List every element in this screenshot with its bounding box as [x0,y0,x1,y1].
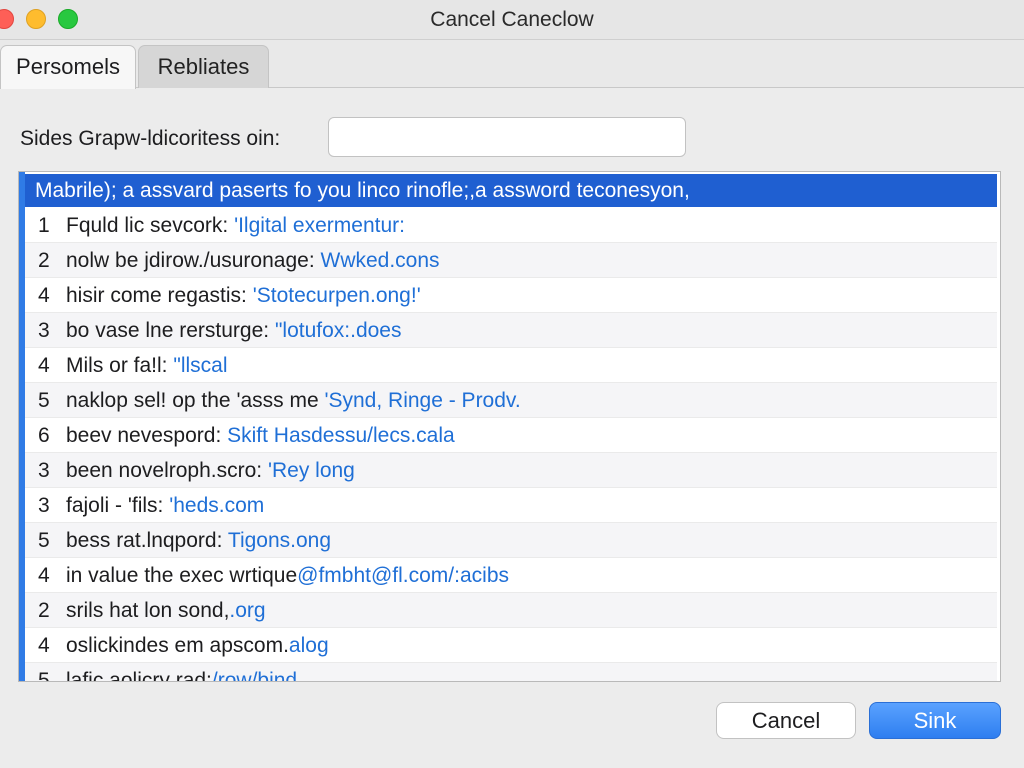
row-label: nolw be jdirow./usuronage: [66,249,321,272]
row-label: fajoli - 'fils: [66,494,170,517]
window-title: Cancel Caneclow [430,8,594,31]
row-value: 'Synd, Ringe - Prodv. [324,389,521,412]
row-label: beev nevespord: [66,424,228,447]
row-number: 3 [38,459,50,482]
row-number: 5 [38,389,50,412]
list-item[interactable]: 4 hisir come regastis: 'Stotecurpen.ong!' [25,278,997,313]
cancel-button[interactable]: Cancel [716,702,856,739]
row-number: 3 [38,319,50,342]
row-number: 3 [38,494,50,517]
list-item[interactable]: 4 oslickindes em apscom.alog [25,628,997,663]
row-label: been novelroph.scro: [66,459,268,482]
list-item[interactable]: 2 nolw be jdirow./usuronage: Wwked.cons [25,243,997,278]
row-number: 4 [38,284,50,307]
row-value: @fmbht@fl.com/:acibs [297,564,509,587]
list-item[interactable]: 3 fajoli - 'fils: 'heds.com [25,488,997,523]
list-item[interactable]: 3 been novelroph.scro: 'Rey long [25,453,997,488]
row-value: 'heds.com [169,494,265,517]
list-item[interactable]: 4 Mils or fa!l: "llscal [25,348,997,383]
list-item[interactable]: 6 beev nevespord: Skift Hasdessu/lecs.cal… [25,418,997,453]
list-item[interactable]: 5 bess rat.lnqpord: Tigons.ong [25,523,997,558]
title-bar: Cancel Caneclow [0,0,1024,40]
row-value: Skift Hasdessu/lecs.cala [227,424,455,447]
password-list[interactable]: Mabrile); a assvard paserts fo you linco… [18,171,1001,682]
row-number: 4 [38,564,50,587]
row-value: 'Rey long [267,459,355,482]
row-number: 2 [38,599,50,622]
row-label: bess rat.lnqpord: [66,529,228,552]
row-value: 'Ilgital exermentur: [234,214,405,237]
search-input[interactable] [328,117,686,157]
row-value: Wwked.cons [320,249,440,272]
row-value: .org [229,599,266,622]
row-number: 2 [38,249,50,272]
row-number: 1 [38,214,50,237]
row-number: 4 [38,354,50,377]
row-value: 'Stotecurpen.ong!' [252,284,421,307]
list-selected-header[interactable]: Mabrile); a assvard paserts fo you linco… [25,174,997,207]
row-number: 6 [38,424,50,447]
row-number: 4 [38,634,50,657]
dialog-window: Cancel Caneclow Persomels Rebliates Side… [0,0,1024,768]
list-item[interactable]: 4 in value the exec wrtique@fmbht@fl.com/… [25,558,997,593]
row-label: oslickindes em apscom. [66,634,289,657]
list-item[interactable]: 3 bo vase lne rersturge: "lotufox:.does [25,313,997,348]
list-item[interactable]: 2 srils hat lon sond,.org [25,593,997,628]
list-item[interactable]: 1 Fquld lic sevcork: 'Ilgital exermentur: [25,208,997,243]
list-item[interactable]: 5 naklop sel! op the 'asss me 'Synd, Ring… [25,383,997,418]
row-label: naklop sel! op the 'asss me [66,389,325,412]
row-value: "lotufox:.does [274,319,402,342]
row-label: Fquld lic sevcork: [66,214,235,237]
search-label: Sides Grapw-ldicoritess oin: [20,127,281,150]
row-label: lafic aolicry rad: [66,669,212,682]
row-label: Mils or fa!l: [66,354,174,377]
row-value: /row/bind [211,669,298,682]
tab-bar: Persomels Rebliates [0,40,1024,89]
row-label: hisir come regastis: [66,284,253,307]
row-label: bo vase lne rersturge: [66,319,275,342]
row-label: srils hat lon sond, [66,599,230,622]
list-item[interactable]: 5 lafic aolicry rad:/row/bind [25,663,997,682]
row-number: 5 [38,529,50,552]
row-value: Tigons.ong [227,529,332,552]
row-value: alog [288,634,329,657]
tab-rebliates[interactable]: Rebliates [138,45,269,88]
row-value: "llscal [173,354,228,377]
sink-button[interactable]: Sink [869,702,1001,739]
list-rows: 1 Fquld lic sevcork: 'Ilgital exermentur:… [25,208,997,682]
row-number: 5 [38,669,50,682]
row-label: in value the exec wrtique [66,564,298,587]
tab-persomels[interactable]: Persomels [0,45,136,89]
